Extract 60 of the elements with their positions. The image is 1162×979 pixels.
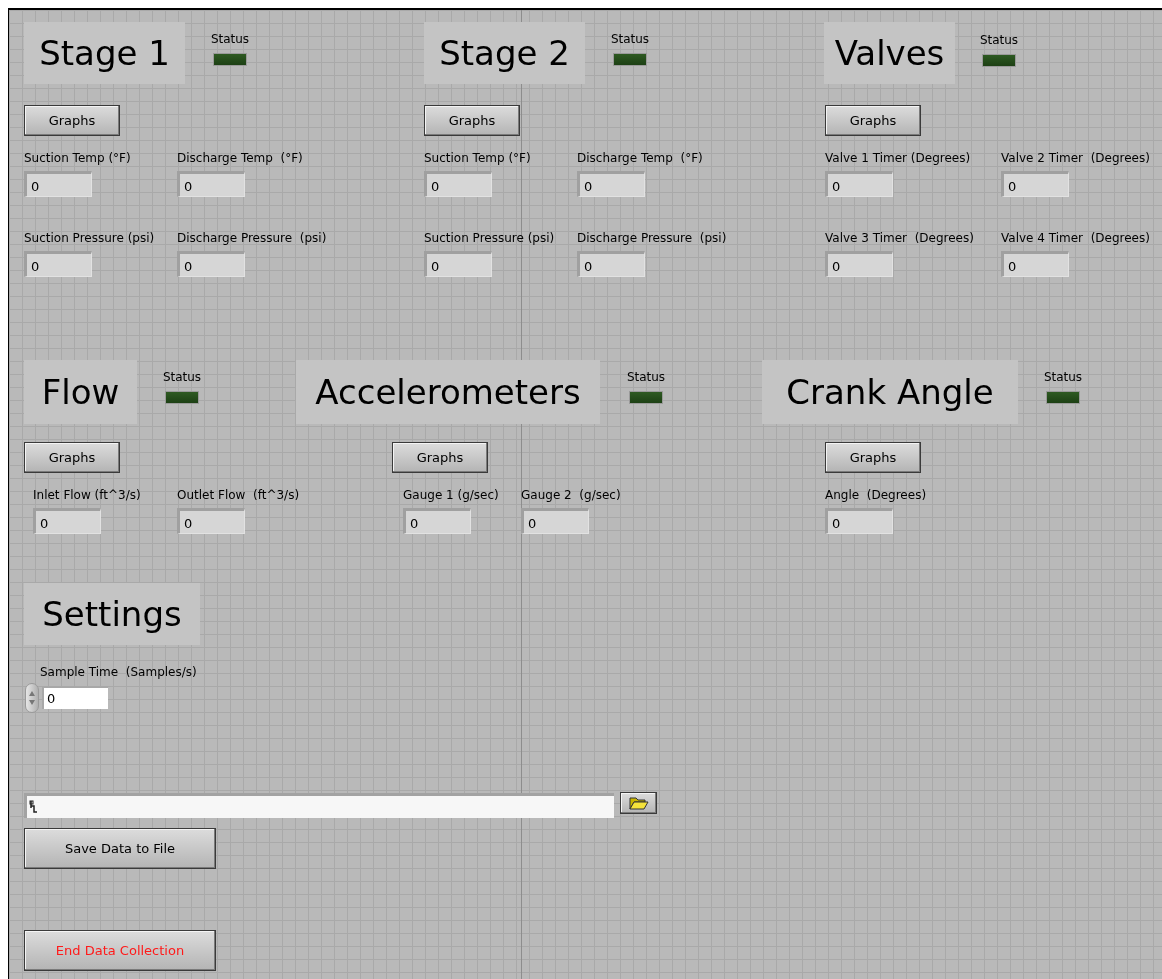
numeric-indicator: 0 (24, 171, 92, 197)
numeric-indicator: 0 (577, 251, 645, 277)
numeric-indicator: 0 (33, 508, 101, 534)
graphs-button[interactable]: Graphs (392, 442, 488, 473)
field-label: Discharge Pressure (psi) (177, 231, 327, 246)
numeric-indicator: 0 (177, 251, 245, 277)
field-label: Suction Pressure (psi) (24, 231, 155, 246)
status-label: Status (1043, 370, 1083, 384)
numeric-indicator: 0 (1001, 251, 1069, 277)
field-label: Discharge Temp (°F) (577, 151, 703, 166)
field-label: Discharge Temp (°F) (177, 151, 303, 166)
numeric-indicator: 0 (424, 251, 492, 277)
numeric-indicator: 0 (825, 171, 893, 197)
folder-icon (628, 796, 649, 810)
section-title: Settings (24, 583, 200, 645)
numeric-control[interactable]: 0 (42, 686, 108, 709)
field-label: Suction Temp (°F) (424, 151, 531, 166)
field-label: Valve 2 Timer (Degrees) (1001, 151, 1150, 166)
section-title: Valves (824, 22, 955, 84)
field-label: Outlet Flow (ft^3/s) (177, 488, 300, 503)
field-label: Inlet Flow (ft^3/s) (33, 488, 141, 503)
status-label: Status (210, 32, 250, 46)
field-label: Suction Temp (°F) (24, 151, 131, 166)
path-field[interactable] (24, 793, 614, 818)
numeric-indicator: 0 (577, 171, 645, 197)
status-label: Status (610, 32, 650, 46)
graphs-button[interactable]: Graphs (825, 442, 921, 473)
browse-button[interactable] (620, 792, 657, 814)
spinner-arrows-icon[interactable] (25, 683, 39, 713)
field-label: Discharge Pressure (psi) (577, 231, 727, 246)
numeric-indicator: 0 (403, 508, 471, 534)
field-label: Valve 3 Timer (Degrees) (825, 231, 974, 246)
field-label: Suction Pressure (psi) (424, 231, 555, 246)
status-label: Status (979, 33, 1019, 47)
field-label: Valve 4 Timer (Degrees) (1001, 231, 1150, 246)
numeric-indicator: 0 (825, 251, 893, 277)
numeric-indicator: 0 (1001, 171, 1069, 197)
status-label: Status (626, 370, 666, 384)
graphs-button[interactable]: Graphs (825, 105, 921, 136)
graphs-button[interactable]: Graphs (424, 105, 520, 136)
numeric-indicator: 0 (177, 171, 245, 197)
section-title: Accelerometers (296, 360, 600, 424)
section-title: Crank Angle (762, 360, 1018, 424)
numeric-indicator: 0 (521, 508, 589, 534)
field-label: Angle (Degrees) (825, 488, 927, 503)
section-title: Stage 2 (424, 22, 585, 84)
section-title: Stage 1 (24, 22, 185, 84)
numeric-indicator: 0 (424, 171, 492, 197)
numeric-indicator: 0 (24, 251, 92, 277)
numeric-indicator: 0 (825, 508, 893, 534)
field-label: Gauge 2 (g/sec) (521, 488, 621, 503)
save-data-button[interactable]: Save Data to File (24, 828, 216, 869)
field-label: Gauge 1 (g/sec) (403, 488, 499, 503)
graphs-button[interactable]: Graphs (24, 442, 120, 473)
section-title: Flow (24, 360, 137, 424)
field-label: Sample Time (Samples/s) (40, 665, 197, 680)
status-label: Status (162, 370, 202, 384)
graphs-button[interactable]: Graphs (24, 105, 120, 136)
numeric-indicator: 0 (177, 508, 245, 534)
field-label: Valve 1 Timer (Degrees) (825, 151, 971, 166)
